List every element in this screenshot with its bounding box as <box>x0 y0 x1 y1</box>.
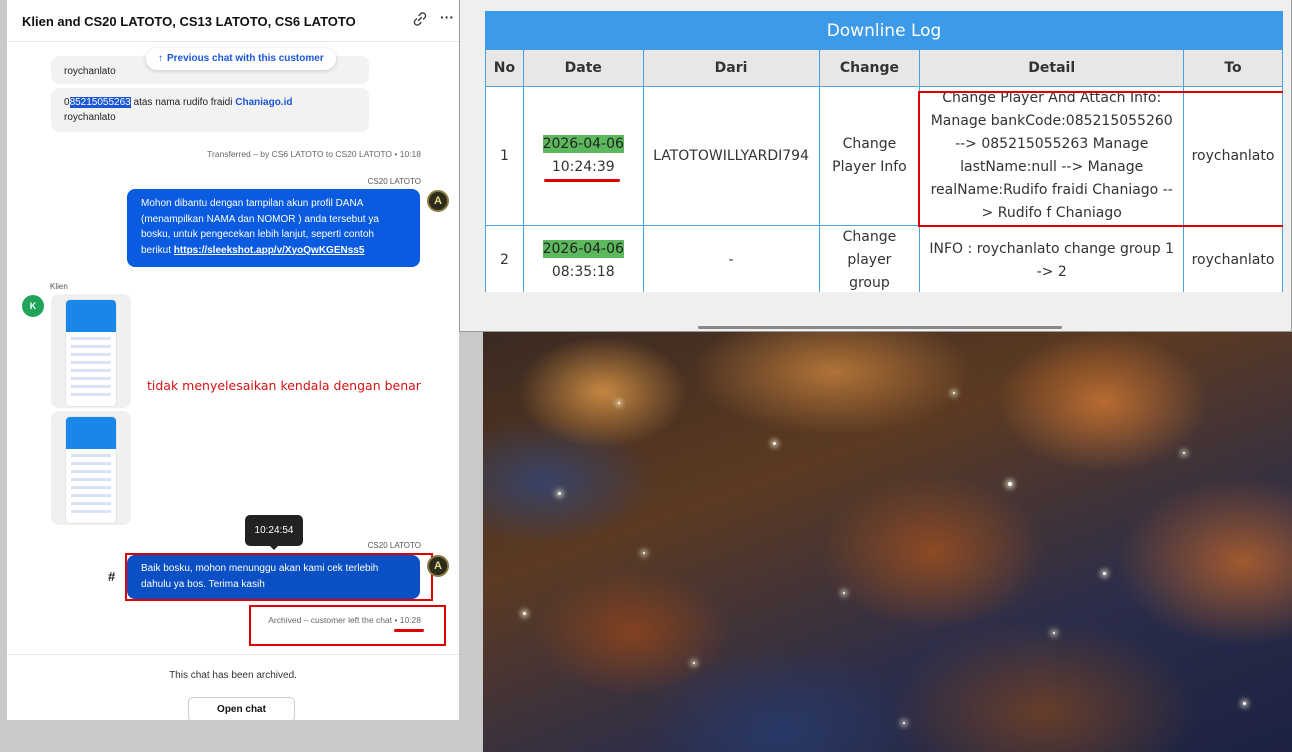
red-underline <box>544 179 620 182</box>
agent-message-bubble: Mohon dibantu dengan tampilan akun profi… <box>127 189 420 267</box>
previous-chat-label: Previous chat with this customer <box>167 53 324 64</box>
cell-change: Change player group <box>818 225 921 292</box>
table-row: 2 2026-04-06 08:35:18 - Change player gro… <box>485 225 1283 292</box>
column-header-date: Date <box>522 49 644 87</box>
archived-message: This chat has been archived. <box>169 670 297 681</box>
cell-dari: - <box>642 225 820 292</box>
cell-no: 2 <box>485 225 524 292</box>
red-highlight-box <box>125 553 433 601</box>
message-link[interactable]: Chaniago.id <box>235 97 292 108</box>
client-label: Klien <box>50 282 68 291</box>
arrow-up-icon: ↑ <box>158 53 163 64</box>
red-highlight-box <box>249 605 446 646</box>
cell-time: 10:24:39 <box>551 159 615 175</box>
selected-phone-number: 85215055263 <box>69 97 131 108</box>
image-attachment[interactable] <box>51 294 131 408</box>
cell-date: 2026-04-06 08:35:18 <box>522 225 644 292</box>
agent-avatar: A <box>427 190 449 212</box>
cell-change: Change Player Info <box>818 86 921 226</box>
column-header-dari: Dari <box>642 49 820 87</box>
previous-chat-button[interactable]: ↑ Previous chat with this customer <box>146 48 336 70</box>
date-highlight: 2026-04-06 <box>542 135 624 153</box>
horizontal-scrollbar[interactable] <box>698 326 1062 329</box>
transfer-note: Transferred – by CS6 LATOTO to CS20 LATO… <box>207 149 421 159</box>
phone-screenshot-image <box>66 417 116 523</box>
column-header-detail: Detail <box>919 49 1185 87</box>
image-attachment[interactable] <box>51 411 131 525</box>
phone-screenshot-image <box>66 300 116 406</box>
message-text: atas nama rudifo fraidi <box>130 97 236 108</box>
cell-no: 1 <box>485 86 524 226</box>
column-header-to: To <box>1183 49 1283 87</box>
message-text: 0 <box>64 97 70 108</box>
cell-time: 08:35:18 <box>551 263 615 280</box>
client-avatar: K <box>22 295 44 317</box>
message-text: roychanlato <box>64 66 116 77</box>
hash-mark: # <box>108 569 116 584</box>
cell-to: roychanlato <box>1183 225 1283 292</box>
agent-label: CS20 LATOTO <box>367 541 421 550</box>
annotation-text: tidak menyelesaikan kendala dengan benar <box>147 378 421 393</box>
column-header-change: Change <box>818 49 921 87</box>
tooltip-arrow <box>269 545 279 550</box>
column-header-no: No <box>485 49 524 87</box>
chat-title: Klien and CS20 LATOTO, CS13 LATOTO, CS6 … <box>22 14 356 29</box>
message-bubble: 085215055263 atas nama rudifo fraidi Cha… <box>51 88 369 132</box>
nebula-image <box>483 332 1292 752</box>
chat-panel: Klien and CS20 LATOTO, CS13 LATOTO, CS6 … <box>7 0 459 720</box>
table-title: Downline Log <box>485 11 1283 50</box>
downline-log-window: Downline Log No Date Dari Change Detail … <box>459 0 1292 332</box>
red-underline <box>394 629 424 632</box>
message-text: roychanlato <box>64 112 116 123</box>
cell-date: 2026-04-06 10:24:39 <box>522 86 644 226</box>
downline-table-viewport[interactable]: Downline Log No Date Dari Change Detail … <box>485 11 1283 292</box>
agent-label: CS20 LATOTO <box>367 177 421 186</box>
time-tooltip: 10:24:54 <box>245 515 303 546</box>
chat-header: Klien and CS20 LATOTO, CS13 LATOTO, CS6 … <box>7 0 459 42</box>
cell-detail: INFO : roychanlato change group 1 -> 2 <box>919 225 1185 292</box>
red-highlight-box <box>918 91 1283 227</box>
open-chat-button[interactable]: Open chat <box>188 697 295 720</box>
date-highlight: 2026-04-06 <box>542 239 624 258</box>
agent-avatar: A <box>427 555 449 577</box>
cell-dari: LATOTOWILLYARDI794 <box>642 86 820 226</box>
divider <box>7 654 459 655</box>
message-link[interactable]: https://sleekshot.app/v/XyoQwKGENss5 <box>174 245 365 256</box>
more-icon[interactable]: ··· <box>440 9 454 25</box>
link-icon[interactable] <box>413 12 427 29</box>
